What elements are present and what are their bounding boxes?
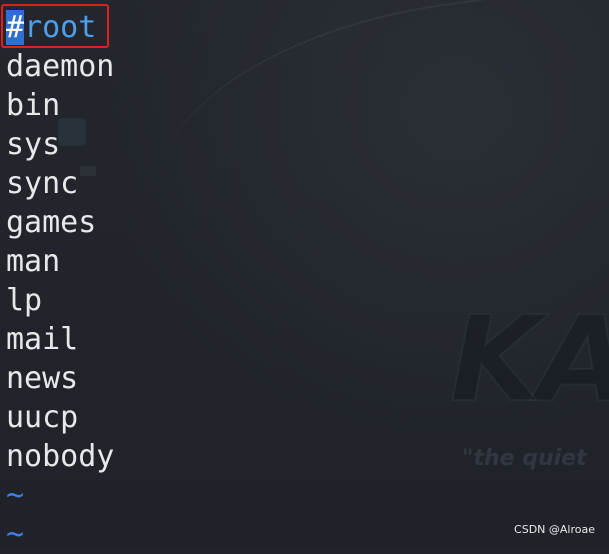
vim-editor-buffer[interactable]: #root daemon bin sys sync games man lp m…	[6, 8, 114, 554]
buffer-line[interactable]: lp	[6, 281, 114, 320]
buffer-line[interactable]: uucp	[6, 398, 114, 437]
buffer-line[interactable]: sys	[6, 125, 114, 164]
empty-line-marker: ~	[6, 517, 25, 552]
buffer-line[interactable]: daemon	[6, 47, 114, 86]
buffer-line[interactable]: mail	[6, 320, 114, 359]
annotation-highlight-box	[1, 4, 109, 48]
buffer-line[interactable]: games	[6, 203, 114, 242]
credit-watermark: CSDN @Alroae	[514, 523, 595, 536]
buffer-line[interactable]: nobody	[6, 437, 114, 476]
kali-watermark-tagline: "the quiet	[462, 446, 587, 471]
buffer-line[interactable]: news	[6, 359, 114, 398]
buffer-line[interactable]: bin	[6, 86, 114, 125]
kali-watermark: KA	[449, 290, 609, 428]
buffer-line[interactable]: sync	[6, 164, 114, 203]
buffer-line[interactable]: man	[6, 242, 114, 281]
empty-line-marker: ~	[6, 478, 25, 513]
